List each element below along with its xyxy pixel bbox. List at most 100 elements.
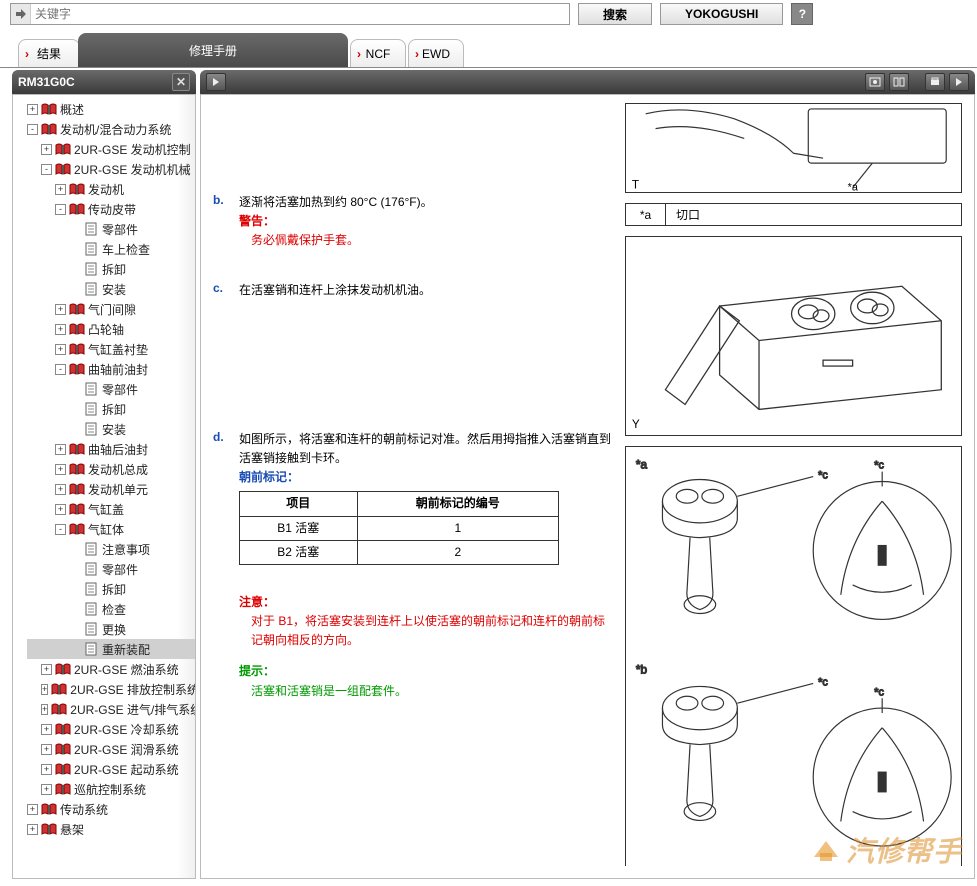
- tree-item[interactable]: +2UR-GSE 燃油系统: [27, 659, 195, 679]
- content-scroll[interactable]: b. 逐渐将活塞加热到约 80°C (176°F)。 警告： 务必佩戴保护手套。…: [200, 94, 975, 879]
- tree-item[interactable]: + 气缸盖衬垫: [27, 339, 195, 359]
- sidebar-close-button[interactable]: ✕: [172, 73, 190, 91]
- tree-item[interactable]: 拆卸: [27, 259, 195, 279]
- tree-item[interactable]: 安装: [27, 279, 195, 299]
- help-button[interactable]: ?: [791, 3, 813, 25]
- expand-icon[interactable]: +: [41, 704, 48, 715]
- tab-results[interactable]: ›结果: [18, 39, 80, 67]
- tree-item-label: 2UR-GSE 润滑系统: [74, 741, 179, 758]
- tree-item[interactable]: +发动机单元: [27, 479, 195, 499]
- collapse-icon[interactable]: -: [41, 164, 52, 175]
- tree-item[interactable]: -曲轴前油封: [27, 359, 195, 379]
- book-icon: [41, 122, 57, 136]
- tree-item[interactable]: -气缸体: [27, 519, 195, 539]
- page-icon: [83, 622, 99, 636]
- expand-icon[interactable]: +: [55, 184, 66, 195]
- page-icon: [83, 282, 99, 296]
- tree-item-label: 2UR-GSE 排放控制系统: [70, 681, 196, 698]
- yokogushi-button[interactable]: YOKOGUSHI: [660, 3, 783, 25]
- expand-icon[interactable]: +: [55, 444, 66, 455]
- nav-tree[interactable]: +概述-发动机/混合动力系统+2UR-GSE 发动机控制-2UR-GSE 发动机…: [12, 94, 196, 879]
- tree-item[interactable]: +气缸盖: [27, 499, 195, 519]
- tree-item[interactable]: 注意事项: [27, 539, 195, 559]
- tree-item-label: 气缸盖衬垫: [88, 341, 148, 358]
- collapse-icon[interactable]: -: [55, 204, 66, 215]
- tree-item[interactable]: +曲轴后油封: [27, 439, 195, 459]
- tree-item[interactable]: +发动机: [27, 179, 195, 199]
- tab-ncf[interactable]: ›NCF: [350, 39, 406, 67]
- tree-item[interactable]: +气门间隙: [27, 299, 195, 319]
- tab-manual[interactable]: 修理手册: [78, 33, 348, 67]
- tree-item[interactable]: +发动机总成: [27, 459, 195, 479]
- expand-icon[interactable]: +: [41, 664, 52, 675]
- expand-icon[interactable]: +: [41, 784, 52, 795]
- tree-item[interactable]: +2UR-GSE 发动机控制: [27, 139, 195, 159]
- tree-item[interactable]: 更换: [27, 619, 195, 639]
- tree-item[interactable]: 零部件: [27, 219, 195, 239]
- svg-text:*a: *a: [848, 182, 859, 193]
- expand-icon[interactable]: +: [55, 344, 66, 355]
- collapse-icon[interactable]: -: [55, 364, 66, 375]
- tree-item-label: 拆卸: [102, 261, 126, 278]
- tree-item[interactable]: -传动皮带: [27, 199, 195, 219]
- tree-item[interactable]: 安装: [27, 419, 195, 439]
- front-mark-label: 朝前标记：: [239, 468, 613, 487]
- tree-item[interactable]: 拆卸: [27, 579, 195, 599]
- tree-item[interactable]: -2UR-GSE 发动机机械: [27, 159, 195, 179]
- tab-ewd[interactable]: ›EWD: [408, 39, 464, 67]
- search-input[interactable]: [31, 7, 569, 21]
- tab-ncf-label: NCF: [366, 47, 391, 61]
- expand-icon[interactable]: +: [55, 484, 66, 495]
- tree-item[interactable]: +2UR-GSE 起动系统: [27, 759, 195, 779]
- toggle-blank: [69, 424, 80, 435]
- expand-icon[interactable]: +: [55, 304, 66, 315]
- tree-item[interactable]: 零部件: [27, 379, 195, 399]
- print-button[interactable]: [925, 73, 945, 91]
- tree-item-label: 2UR-GSE 燃油系统: [74, 661, 179, 678]
- collapse-icon[interactable]: -: [27, 124, 38, 135]
- expand-icon[interactable]: +: [27, 824, 38, 835]
- tree-item[interactable]: +悬架: [27, 819, 195, 839]
- book-icon: [69, 202, 85, 216]
- expand-icon[interactable]: +: [41, 144, 52, 155]
- expand-icon[interactable]: +: [27, 804, 38, 815]
- expand-icon[interactable]: +: [41, 764, 52, 775]
- tree-item[interactable]: 车上检查: [27, 239, 195, 259]
- search-icon[interactable]: [11, 4, 31, 24]
- tree-item[interactable]: +2UR-GSE 润滑系统: [27, 739, 195, 759]
- tree-item[interactable]: +概述: [27, 99, 195, 119]
- svg-text:*c: *c: [818, 470, 828, 482]
- more-button[interactable]: [949, 73, 969, 91]
- expand-icon[interactable]: +: [55, 504, 66, 515]
- toggle-blank: [69, 544, 80, 555]
- tree-item[interactable]: 拆卸: [27, 399, 195, 419]
- tree-item[interactable]: -发动机/混合动力系统: [27, 119, 195, 139]
- expand-icon[interactable]: +: [41, 744, 52, 755]
- tree-item[interactable]: +传动系统: [27, 799, 195, 819]
- search-button[interactable]: 搜索: [578, 3, 652, 25]
- collapse-icon[interactable]: -: [55, 524, 66, 535]
- page-icon: [83, 402, 99, 416]
- play-button[interactable]: [206, 73, 226, 91]
- expand-icon[interactable]: +: [55, 324, 66, 335]
- tree-item[interactable]: +2UR-GSE 进气/排气系统: [27, 699, 195, 719]
- page-icon: [83, 542, 99, 556]
- book-icon: [55, 162, 71, 176]
- tree-item[interactable]: +2UR-GSE 冷却系统: [27, 719, 195, 739]
- tree-item[interactable]: +凸轮轴: [27, 319, 195, 339]
- book-icon: [55, 782, 71, 796]
- expand-icon[interactable]: +: [41, 684, 48, 695]
- expand-icon[interactable]: +: [55, 464, 66, 475]
- tree-item[interactable]: 零部件: [27, 559, 195, 579]
- expand-icon[interactable]: +: [27, 104, 38, 115]
- content-toolbar: [200, 70, 975, 94]
- tree-item[interactable]: +2UR-GSE 排放控制系统: [27, 679, 195, 699]
- expand-icon[interactable]: +: [41, 724, 52, 735]
- tree-item[interactable]: +巡航控制系统: [27, 779, 195, 799]
- view-split-button[interactable]: [889, 73, 909, 91]
- tree-item[interactable]: 重新装配: [27, 639, 195, 659]
- view-single-button[interactable]: [865, 73, 885, 91]
- page-icon: [83, 382, 99, 396]
- step-d-text: 如图所示，将活塞和连杆的朝前标记对准。然后用拇指推入活塞销直到活塞销接触到卡环。: [239, 430, 613, 468]
- tree-item[interactable]: 检查: [27, 599, 195, 619]
